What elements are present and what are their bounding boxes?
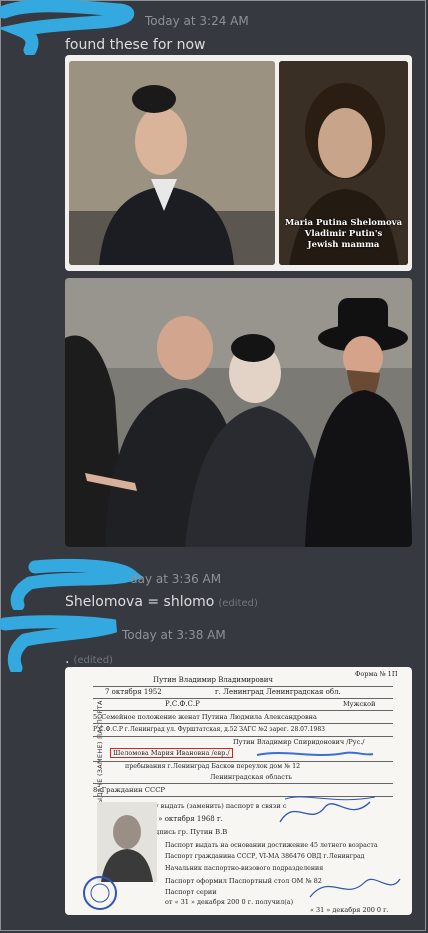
image-attachment-wall-photo[interactable] — [65, 278, 412, 547]
signature-scribble — [279, 796, 376, 823]
message-text: . (edited) — [65, 651, 113, 667]
form-birth-place: г. Ленинград Ленинградская обл. — [215, 688, 341, 696]
form-zags: Р.С.Ф.С.Р г.Ленинград ул. Фурштатская, д… — [93, 726, 325, 733]
form-residence: пребывания г.Ленинград Басков переулок д… — [125, 763, 301, 770]
ink-scribble — [256, 751, 374, 756]
form-signature: Подпись гр. Путин В.В — [145, 828, 228, 836]
form-chief: Начальник паспортно-визового подразделен… — [165, 865, 324, 872]
form-date3: « 31 » декабря 200 0 г. — [310, 906, 389, 914]
message-timestamp: Today at 3:24 AM — [145, 14, 249, 28]
form-sex: Мужской — [343, 700, 376, 708]
message-text: Shelomova = shlomo (edited) — [65, 594, 258, 610]
form-family: 5. Семейное положение женат Путина Людми… — [93, 713, 317, 721]
form-father: Путин Владимир Спиридонович /Рус./ — [233, 738, 365, 746]
form-republic: Р.С.Ф.С.Р — [165, 700, 200, 708]
form-date2: от « 31 » декабря 200 0 г. получил(а) — [165, 898, 294, 906]
photo-man-kippah — [69, 61, 275, 265]
form-region: Ленинградская область — [210, 773, 293, 781]
image-caption: Maria Putina Shelomova Vladimir Putin's … — [284, 218, 403, 250]
form-citizenship: 8. Гражданин СССР — [93, 786, 165, 794]
form-office: Паспорт оформил Паспортный стол ОМ № 82 — [165, 877, 322, 885]
form-series: Паспорт серии — [165, 888, 217, 896]
signature-scribble-2 — [309, 878, 401, 898]
edited-label: (edited) — [73, 655, 113, 666]
form-name: Путин Владимир Владимирович — [153, 676, 273, 684]
edited-label: (edited) — [218, 598, 258, 609]
message-timestamp: Today at 3:38 AM — [122, 628, 226, 642]
form-number: Форма № 1П — [355, 670, 398, 678]
message-timestamp: day at 3:36 AM — [130, 572, 222, 586]
form-birth-date: 7 октября 1952 — [105, 688, 162, 696]
passport-form: ЗАЯВЛЕНИЕ О ВЫДАЧЕ (ЗАМЕНЕ) ПАСПОРТА Фор… — [65, 667, 412, 915]
form-mother: Шеломова Мария Ивановна /евр./ — [110, 748, 233, 758]
form-passport: Паспорт гражданина СССР, VI-МА 386476 ОВ… — [165, 853, 365, 860]
image-attachment-passport-form[interactable]: ЗАЯВЛЕНИЕ О ВЫДАЧЕ (ЗАМЕНЕ) ПАСПОРТА Фор… — [65, 667, 412, 915]
official-stamp — [83, 876, 117, 910]
form-basis: Паспорт выдать на основании достижение 4… — [165, 842, 378, 849]
image-attachment-portraits[interactable]: Maria Putina Shelomova Vladimir Putin's … — [65, 55, 412, 271]
message-text: found these for now — [65, 37, 206, 53]
form-request: Прошу выдать (заменить) паспорт в связи … — [135, 802, 287, 810]
passport-photo — [97, 802, 157, 882]
